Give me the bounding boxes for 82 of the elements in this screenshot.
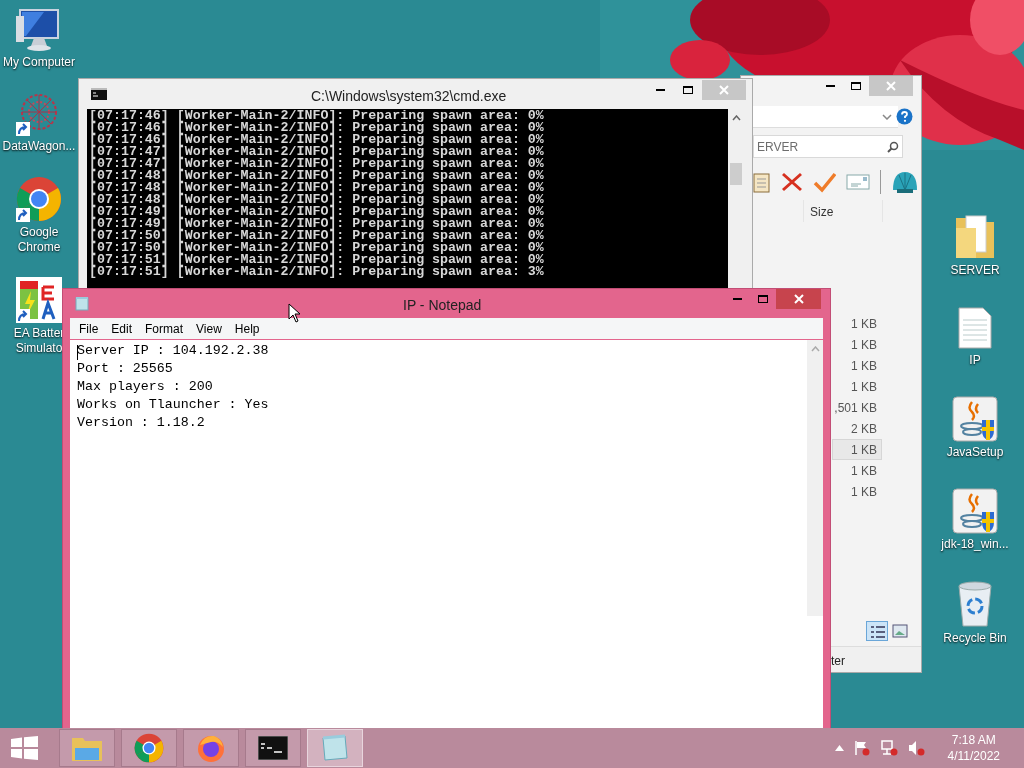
flag-icon[interactable]: [853, 740, 870, 756]
size-cell[interactable]: 1 KB: [832, 355, 882, 376]
chrome-icon[interactable]: [16, 176, 62, 222]
icon-label[interactable]: Recycle Bin: [943, 631, 1007, 646]
size-cell[interactable]: 1 KB: [832, 460, 882, 481]
console-line: [07:17:48] [Worker-Main-2/INFO]: Preparing spawn area: 0%: [89, 194, 545, 206]
console-line: [07:17:49] [Worker-Main-2/INFO]: Preparing spawn area: 0%: [89, 206, 545, 218]
close-button[interactable]: [776, 289, 821, 309]
menu-item[interactable]: Edit: [105, 318, 139, 339]
size-cell[interactable]: 1 KB: [832, 334, 882, 355]
console-line: [07:17:48] [Worker-Main-2/INFO]: Preparing spawn area: 0%: [89, 170, 545, 182]
text-line: Version : 1.18.2: [77, 414, 206, 432]
console-line: [07:17:50] [Worker-Main-2/INFO]: Preparing spawn area: 0%: [89, 242, 545, 254]
scrollbar[interactable]: [807, 340, 823, 616]
console-line: [07:17:50] [Worker-Main-2/INFO]: Preparing spawn area: 0%: [89, 230, 545, 242]
console-icon: [91, 88, 107, 100]
show-hidden-icons-icon[interactable]: [834, 745, 844, 751]
scroll-up-icon[interactable]: [732, 115, 741, 121]
icon-label[interactable]: jdk-18_win...: [941, 537, 1009, 552]
menu-item[interactable]: Help: [228, 318, 266, 339]
console-line: [07:17:46] [Worker-Main-2/INFO]: Preparing spawn area: 0%: [89, 110, 545, 122]
image-view-icon[interactable]: [892, 624, 908, 638]
console-line: [07:17:46] [Worker-Main-2/INFO]: Preparing spawn area: 0%: [89, 134, 545, 146]
text-line: Works on Tlauncher : Yes: [77, 396, 270, 414]
size-cell[interactable]: 1 KB: [832, 439, 882, 460]
window-title: IP - Notepad: [403, 296, 482, 315]
console-icon: [258, 736, 288, 760]
shell-icon[interactable]: [890, 170, 918, 194]
size-cell[interactable]: 1 KB: [832, 481, 882, 502]
size-cell[interactable]: ,501 KB: [832, 397, 882, 418]
notepad-icon: [75, 296, 89, 311]
folder-icon[interactable]: [954, 212, 996, 260]
console-line: [07:17:47] [Worker-Main-2/INFO]: Preparing spawn area: 0%: [89, 158, 545, 170]
icon-label[interactable]: DataWagon...: [2, 139, 76, 154]
console-line: [07:17:51] [Worker-Main-2/INFO]: Preparing spawn area: 0%: [89, 254, 545, 266]
status-text: ter: [831, 653, 845, 670]
menu-item[interactable]: File: [73, 318, 105, 339]
scroll-thumb[interactable]: [730, 163, 742, 185]
icon-label[interactable]: Google Chrome: [17, 225, 61, 255]
notepad-icon: [319, 734, 351, 762]
chevron-down-icon[interactable]: [882, 113, 892, 120]
text-line: Server IP : 104.192.2.38: [77, 342, 270, 360]
computer-icon[interactable]: [16, 8, 62, 52]
size-cell[interactable]: 1 KB: [832, 376, 882, 397]
console-line: [07:17:49] [Worker-Main-2/INFO]: Preparing spawn area: 0%: [89, 218, 545, 230]
console-line: [07:17:46] [Worker-Main-2/INFO]: Preparing spawn area: 0%: [89, 122, 545, 134]
search-text: ERVER: [757, 138, 799, 156]
text-file-icon[interactable]: [957, 306, 993, 350]
size-cell[interactable]: 2 KB: [832, 418, 882, 439]
menu-item[interactable]: Format: [139, 318, 190, 339]
icon-label[interactable]: My Computer: [3, 55, 75, 70]
column-header[interactable]: Size: [803, 200, 883, 222]
icon-label[interactable]: EA Batter Simulato: [13, 326, 65, 356]
firefox-icon: [196, 733, 226, 763]
checkmark-icon[interactable]: [812, 171, 837, 193]
console-line: [07:17:48] [Worker-Main-2/INFO]: Preparing spawn area: 0%: [89, 182, 545, 194]
window-title: C:\Windows\system32\cmd.exe: [311, 87, 507, 106]
taskbar-button[interactable]: [245, 729, 301, 767]
search-icon[interactable]: [887, 140, 899, 153]
java-installer-icon[interactable]: [952, 396, 998, 442]
network-icon[interactable]: [879, 740, 898, 756]
text-line: Port : 25565: [77, 360, 174, 378]
text-line: Max players : 200: [77, 378, 214, 396]
clipboard-icon[interactable]: [753, 171, 770, 193]
menu-item[interactable]: View: [190, 318, 228, 339]
chrome-icon: [134, 733, 164, 763]
details-view-icon[interactable]: [866, 621, 888, 641]
help-icon[interactable]: [896, 108, 913, 125]
java-installer-icon[interactable]: [952, 488, 998, 534]
delete-icon[interactable]: [779, 171, 803, 193]
close-icon[interactable]: [793, 294, 804, 304]
speaker-icon[interactable]: [907, 740, 926, 756]
battery-icon[interactable]: [16, 277, 62, 323]
icon-label[interactable]: IP: [969, 353, 981, 368]
recycle-bin-icon[interactable]: [955, 580, 995, 628]
windows-start-icon[interactable]: [11, 736, 39, 760]
console-line: [07:17:47] [Worker-Main-2/INFO]: Preparing spawn area: 0%: [89, 146, 545, 158]
icon-label[interactable]: SERVER: [950, 263, 1000, 278]
size-cell[interactable]: 1 KB: [832, 313, 882, 334]
search-field[interactable]: ERVER: [753, 135, 903, 158]
console-line: [07:17:51] [Worker-Main-2/INFO]: Preparing spawn area: 3%: [89, 266, 545, 278]
icon-label[interactable]: JavaSetup: [946, 445, 1004, 460]
